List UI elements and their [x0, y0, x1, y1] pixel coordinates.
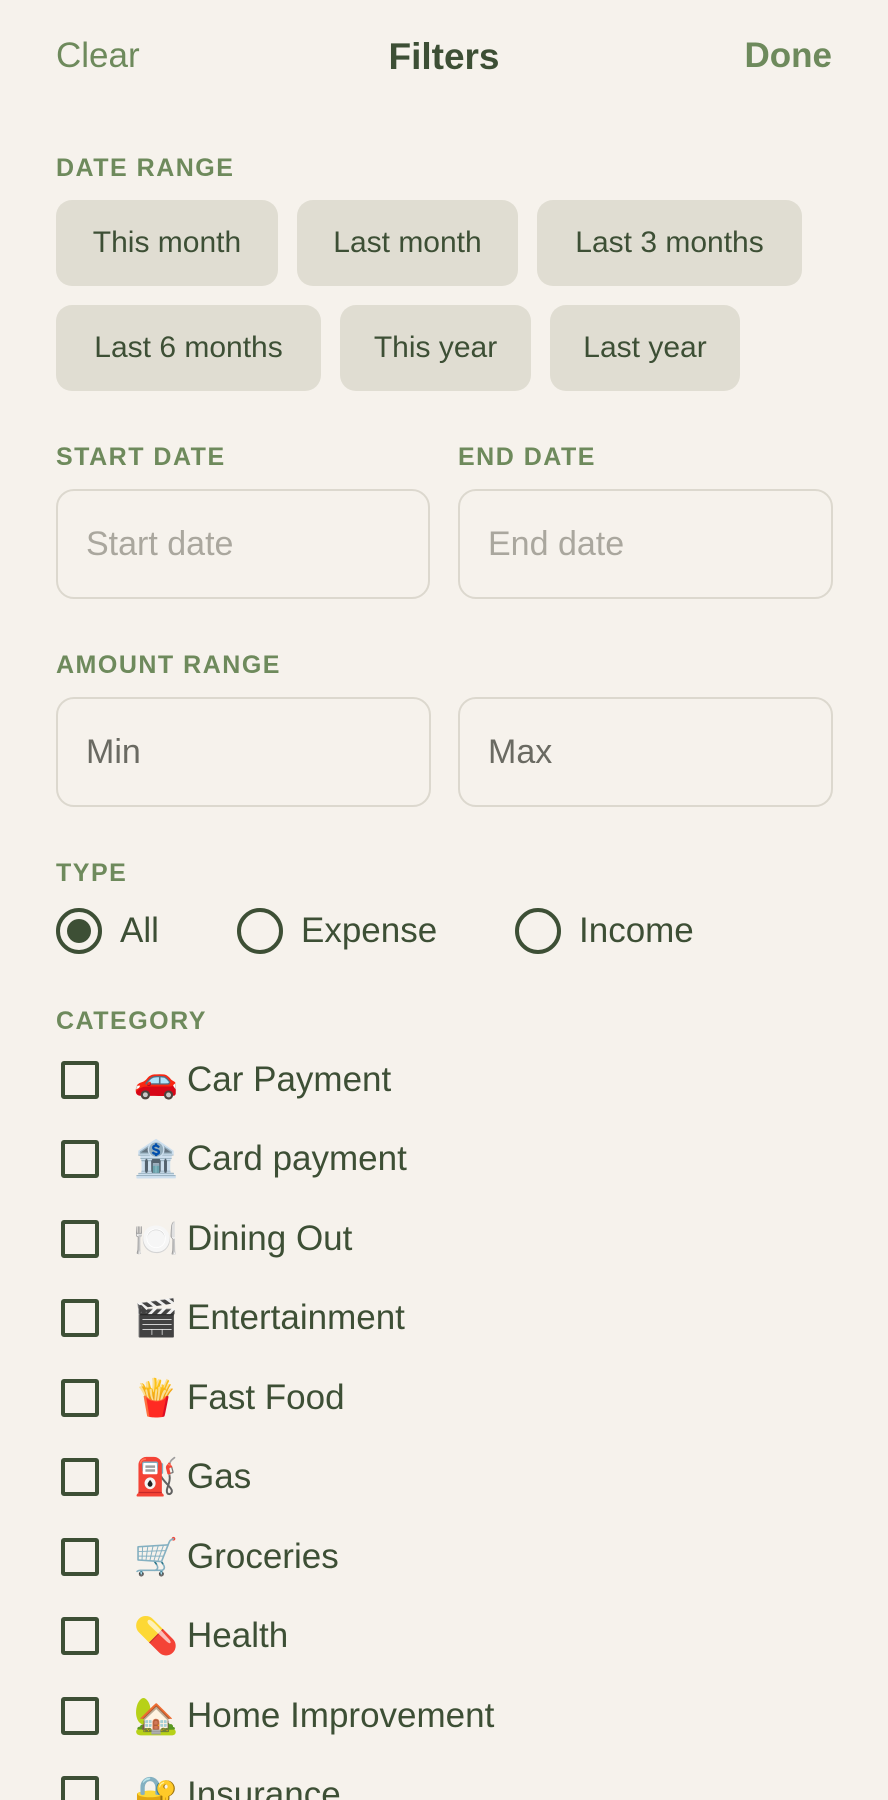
radio-selected-icon — [56, 908, 102, 954]
fries-icon: 🍟 — [133, 1376, 179, 1418]
category-name: Dining Out — [187, 1218, 353, 1258]
car-icon: 🚗 — [133, 1058, 179, 1100]
chip-last-year[interactable]: Last year — [550, 305, 740, 391]
lock-icon: 🔐 — [133, 1774, 179, 1800]
fuel-pump-icon: ⛽ — [133, 1456, 179, 1498]
date-range-label: DATE RANGE — [56, 154, 235, 182]
header-bar: Clear Filters Done — [0, 0, 888, 120]
end-date-field[interactable] — [458, 489, 833, 599]
radio-label: Income — [579, 911, 694, 950]
category-item-groceries[interactable]: 🛒 Groceries — [56, 1517, 836, 1597]
chip-this-year[interactable]: This year — [340, 305, 531, 391]
category-item-home-improvement[interactable]: 🏡 Home Improvement — [56, 1676, 836, 1756]
house-icon: 🏡 — [133, 1694, 179, 1736]
category-item-dining-out[interactable]: 🍽️ Dining Out — [56, 1199, 836, 1279]
type-radio-income[interactable]: Income — [515, 898, 694, 964]
end-date-label: END DATE — [458, 443, 596, 471]
chip-last-6-months[interactable]: Last 6 months — [56, 305, 321, 391]
category-name: Card payment — [187, 1139, 407, 1179]
category-name: Entertainment — [187, 1298, 405, 1338]
radio-unselected-icon — [515, 908, 561, 954]
plate-icon: 🍽️ — [133, 1217, 179, 1259]
category-item-card-payment[interactable]: 🏦 Card payment — [56, 1120, 836, 1200]
category-item-insurance[interactable]: 🔐 Insurance — [56, 1756, 836, 1800]
checkbox[interactable] — [61, 1458, 99, 1497]
max-amount-field[interactable] — [458, 697, 833, 807]
checkbox[interactable] — [61, 1617, 99, 1656]
radio-unselected-icon — [237, 908, 283, 954]
type-radio-all[interactable]: All — [56, 898, 159, 964]
checkbox[interactable] — [61, 1378, 99, 1417]
start-date-label: START DATE — [56, 443, 226, 471]
checkbox[interactable] — [61, 1776, 99, 1800]
category-name: Gas — [187, 1457, 252, 1497]
type-label: TYPE — [56, 859, 128, 887]
chip-last-month[interactable]: Last month — [297, 200, 518, 286]
category-name: Car Payment — [187, 1059, 392, 1099]
category-item-entertainment[interactable]: 🎬 Entertainment — [56, 1279, 836, 1359]
checkbox[interactable] — [61, 1140, 99, 1179]
bank-icon: 🏦 — [133, 1138, 179, 1180]
done-button[interactable]: Done — [745, 36, 833, 76]
chip-last-3-months[interactable]: Last 3 months — [537, 200, 802, 286]
amount-range-label: AMOUNT RANGE — [56, 651, 281, 679]
category-item-fast-food[interactable]: 🍟 Fast Food — [56, 1358, 836, 1438]
category-name: Health — [187, 1616, 289, 1656]
category-label: CATEGORY — [56, 1007, 207, 1035]
category-item-health[interactable]: 💊 Health — [56, 1597, 836, 1677]
category-item-car-payment[interactable]: 🚗 Car Payment — [56, 1040, 836, 1120]
pill-icon: 💊 — [133, 1615, 179, 1657]
category-list: 🚗 Car Payment 🏦 Card payment 🍽️ Dining O… — [56, 1040, 836, 1800]
type-radio-expense[interactable]: Expense — [237, 898, 437, 964]
checkbox[interactable] — [61, 1299, 99, 1338]
chip-this-month[interactable]: This month — [56, 200, 278, 286]
checkbox[interactable] — [61, 1696, 99, 1735]
category-name: Groceries — [187, 1536, 339, 1576]
category-name: Home Improvement — [187, 1695, 495, 1735]
category-name: Fast Food — [187, 1377, 345, 1417]
cart-icon: 🛒 — [133, 1535, 179, 1577]
checkbox[interactable] — [61, 1537, 99, 1576]
checkbox[interactable] — [61, 1060, 99, 1099]
start-date-field[interactable] — [56, 489, 430, 599]
category-name: Insurance — [187, 1775, 341, 1800]
clapper-icon: 🎬 — [133, 1297, 179, 1339]
category-item-gas[interactable]: ⛽ Gas — [56, 1438, 836, 1518]
checkbox[interactable] — [61, 1219, 99, 1258]
radio-label: Expense — [301, 911, 438, 950]
radio-label: All — [120, 911, 159, 950]
min-amount-field[interactable] — [56, 697, 431, 807]
